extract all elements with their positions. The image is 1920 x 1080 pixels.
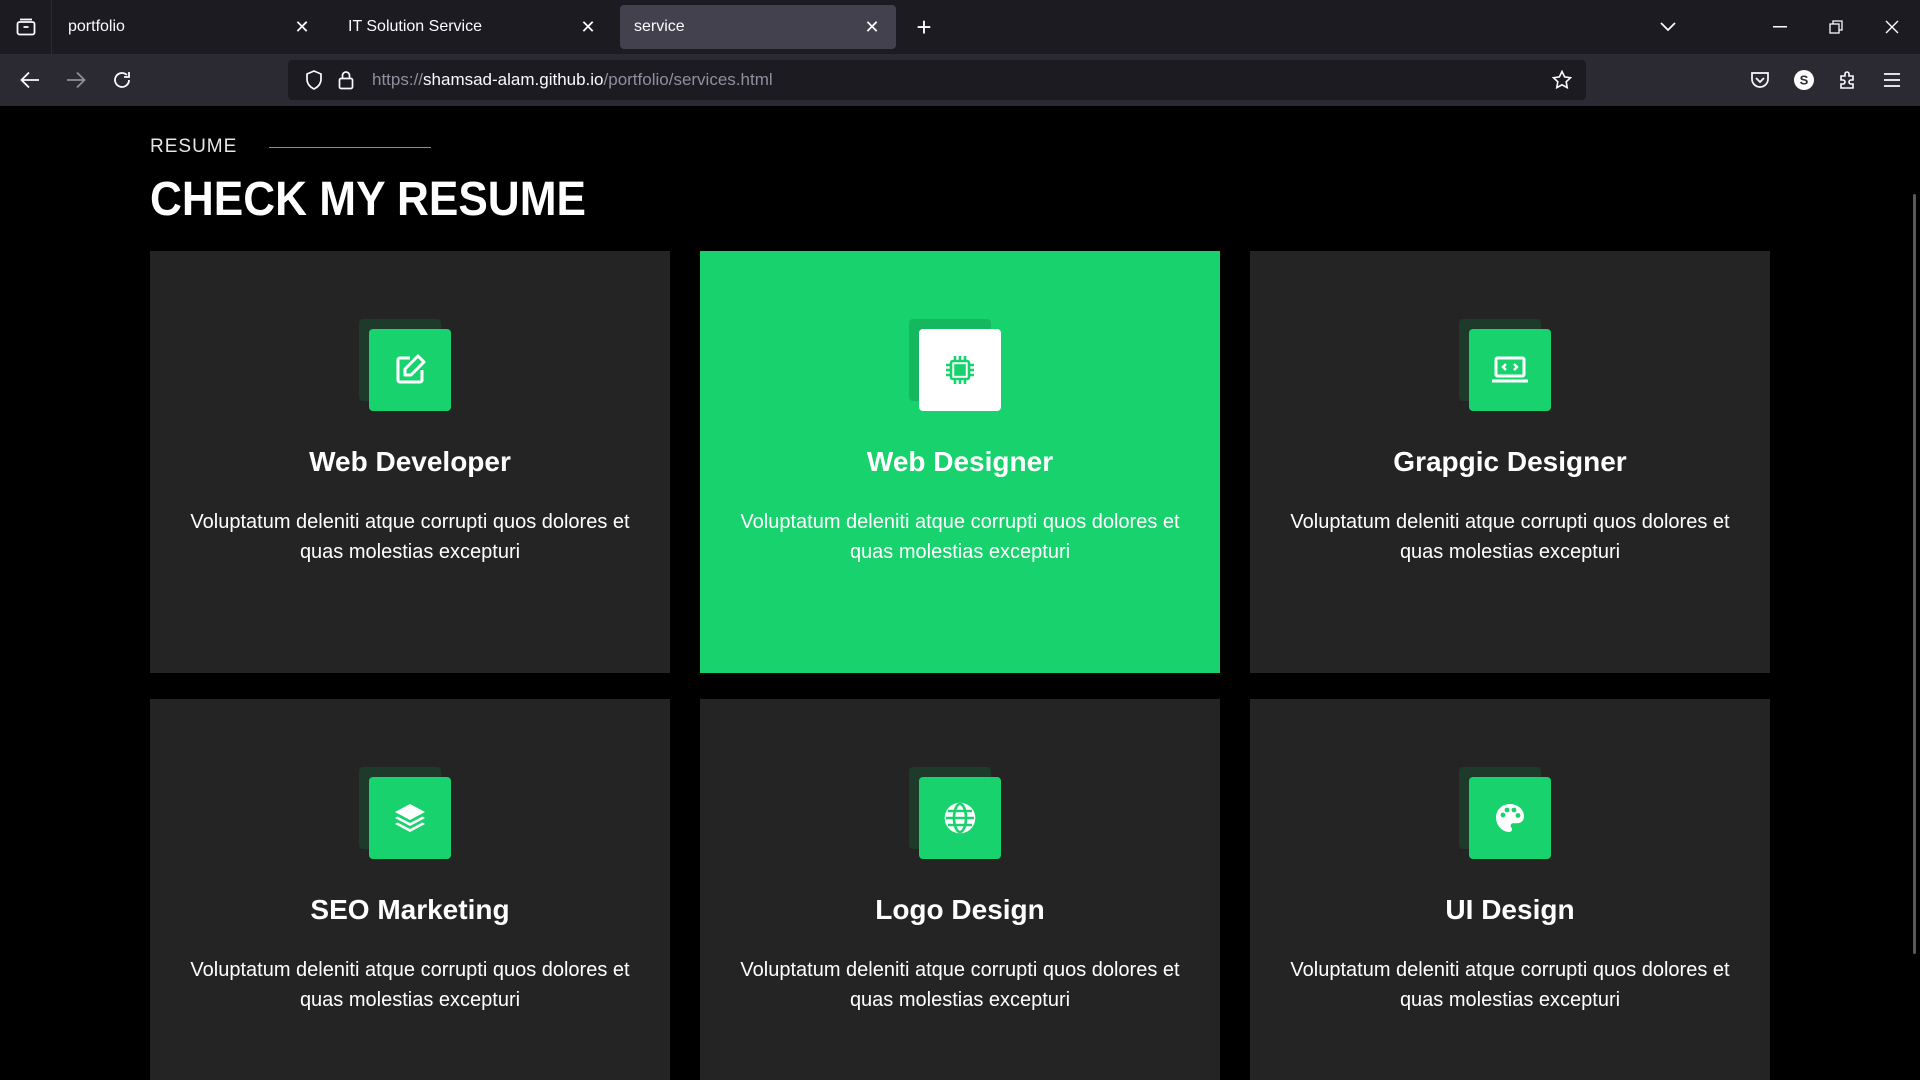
tab-service[interactable]: service ✕ xyxy=(620,5,896,49)
address-bar[interactable]: https://shamsad-alam.github.io/portfolio… xyxy=(288,60,1586,100)
tab-list-icon xyxy=(16,18,35,36)
service-title: Web Developer xyxy=(309,446,511,477)
page-content: RESUME CHECK MY RESUME Web Developer Vol… xyxy=(0,106,1920,1080)
service-card-seo-marketing[interactable]: SEO Marketing Voluptatum deleniti atque … xyxy=(150,699,670,1080)
back-arrow-icon xyxy=(20,71,39,89)
laptop-code-icon xyxy=(1469,329,1551,411)
edit-icon xyxy=(369,329,451,411)
tab-list-button[interactable] xyxy=(0,0,52,54)
tracking-protection-shield-icon[interactable] xyxy=(298,64,330,96)
service-title: UI Design xyxy=(1445,894,1575,925)
tab-it-solution-service[interactable]: IT Solution Service ✕ xyxy=(334,5,612,49)
section-title: CHECK MY RESUME xyxy=(150,173,586,226)
service-card-ui-design[interactable]: UI Design Voluptatum deleniti atque corr… xyxy=(1250,699,1770,1080)
service-icon-wrap xyxy=(359,319,451,411)
service-card-logo-design[interactable]: Logo Design Voluptatum deleniti atque co… xyxy=(700,699,1220,1080)
globe-icon xyxy=(919,777,1001,859)
url-text[interactable]: https://shamsad-alam.github.io/portfolio… xyxy=(372,70,773,90)
pocket-button[interactable] xyxy=(1738,58,1782,102)
eyebrow-text: RESUME xyxy=(150,136,238,157)
back-button[interactable] xyxy=(8,58,52,102)
app-menu-button[interactable] xyxy=(1870,58,1914,102)
close-window-button[interactable] xyxy=(1864,0,1920,54)
minimize-button[interactable] xyxy=(1752,0,1808,54)
service-icon-wrap xyxy=(359,767,451,859)
url-scheme: https:// xyxy=(372,70,424,89)
toolbar-right: S xyxy=(1738,58,1914,102)
page-scrollbar[interactable] xyxy=(1913,194,1916,954)
chevron-down-icon xyxy=(1660,22,1676,32)
svg-text:S: S xyxy=(1800,73,1809,88)
service-icon-wrap xyxy=(1459,319,1551,411)
tab-label: IT Solution Service xyxy=(348,18,482,35)
section-eyebrow: RESUME xyxy=(150,136,432,158)
service-description: Voluptatum deleniti atque corrupti quos … xyxy=(740,959,1180,1011)
lock-icon[interactable] xyxy=(330,64,362,96)
service-title: Logo Design xyxy=(875,894,1045,925)
hamburger-menu-icon xyxy=(1884,73,1900,87)
service-icon-wrap xyxy=(1459,767,1551,859)
url-path: /portfolio/services.html xyxy=(603,70,773,89)
service-description: Voluptatum deleniti atque corrupti quos … xyxy=(740,511,1180,563)
palette-icon xyxy=(1469,777,1551,859)
forward-arrow-icon xyxy=(67,71,86,89)
puzzle-icon xyxy=(1840,71,1854,89)
eyebrow-divider xyxy=(269,146,432,148)
tab-label: service xyxy=(634,18,685,35)
url-host: shamsad-alam.github.io xyxy=(423,70,604,89)
layers-icon xyxy=(369,777,451,859)
close-tab-icon[interactable]: ✕ xyxy=(862,17,882,37)
account-button[interactable]: S xyxy=(1782,58,1826,102)
minimize-icon xyxy=(1773,26,1787,28)
close-tab-icon[interactable]: ✕ xyxy=(292,17,312,37)
list-all-tabs-button[interactable] xyxy=(1640,0,1696,54)
service-card-web-developer[interactable]: Web Developer Voluptatum deleniti atque … xyxy=(150,251,670,673)
service-icon-wrap xyxy=(909,767,1001,859)
service-card-grapgic-designer[interactable]: Grapgic Designer Voluptatum deleniti atq… xyxy=(1250,251,1770,673)
window-controls xyxy=(1640,0,1920,54)
extensions-button[interactable] xyxy=(1826,58,1870,102)
service-description: Voluptatum deleniti atque corrupti quos … xyxy=(1290,959,1730,1011)
restore-button[interactable] xyxy=(1808,0,1864,54)
navigation-toolbar: https://shamsad-alam.github.io/portfolio… xyxy=(0,54,1920,106)
new-tab-button[interactable]: + xyxy=(906,9,942,45)
tab-label: portfolio xyxy=(68,18,125,35)
service-title: Web Designer xyxy=(866,446,1054,477)
bookmark-star-icon[interactable] xyxy=(1546,64,1578,96)
tab-bar: portfolio ✕ IT Solution Service ✕ servic… xyxy=(0,0,1920,54)
reload-icon xyxy=(114,72,130,88)
service-description: Voluptatum deleniti atque corrupti quos … xyxy=(190,511,630,563)
account-avatar-icon: S xyxy=(1794,70,1814,90)
forward-button[interactable] xyxy=(54,58,98,102)
service-card-web-designer[interactable]: Web Designer Voluptatum deleniti atque c… xyxy=(700,251,1220,673)
service-description: Voluptatum deleniti atque corrupti quos … xyxy=(190,959,630,1011)
service-description: Voluptatum deleniti atque corrupti quos … xyxy=(1290,511,1730,563)
close-icon xyxy=(1885,20,1899,34)
service-icon-wrap xyxy=(909,319,1001,411)
service-title: SEO Marketing xyxy=(310,894,510,925)
close-tab-icon[interactable]: ✕ xyxy=(578,17,598,37)
cpu-icon xyxy=(919,329,1001,411)
pocket-icon xyxy=(1751,72,1769,88)
tab-portfolio[interactable]: portfolio ✕ xyxy=(54,5,326,49)
reload-button[interactable] xyxy=(100,58,144,102)
service-title: Grapgic Designer xyxy=(1393,446,1627,477)
restore-icon xyxy=(1829,20,1843,34)
